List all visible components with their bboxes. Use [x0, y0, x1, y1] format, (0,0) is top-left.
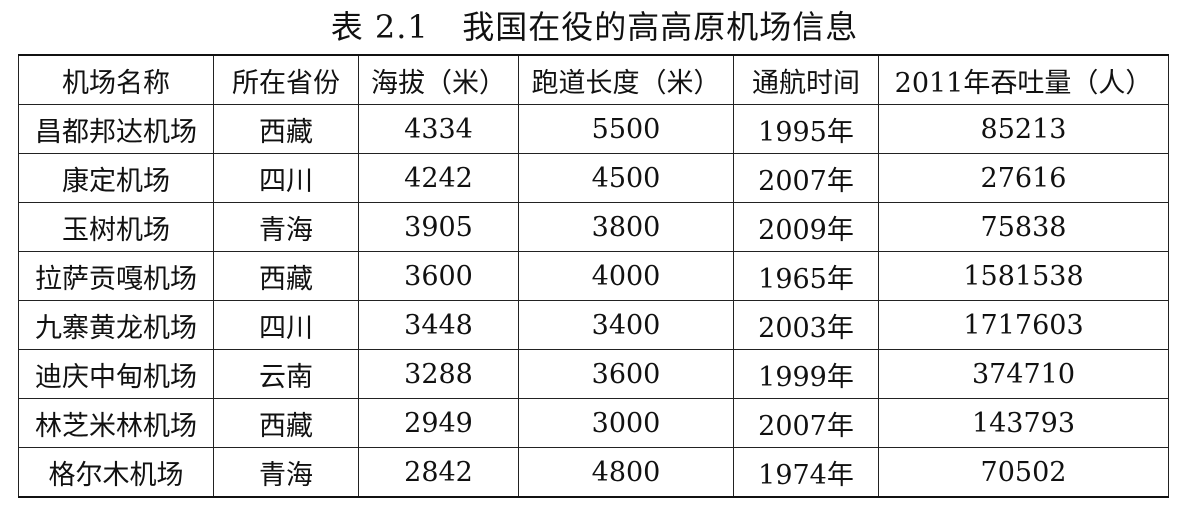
cell-runway-length: 3600 [518, 349, 734, 399]
cell-airport-name: 九寨黄龙机场 [18, 300, 214, 350]
cell-throughput: 27616 [878, 153, 1169, 203]
cell-province: 青海 [213, 447, 359, 498]
cell-opening-year: 2003年 [733, 300, 879, 350]
cell-altitude: 4242 [358, 153, 519, 203]
cell-runway-length: 3400 [518, 300, 734, 350]
table-row: 九寨黄龙机场 四川 3448 3400 2003年 1717603 [18, 300, 1169, 350]
cell-province: 西藏 [213, 251, 359, 301]
header-altitude: 海拔（米） [358, 54, 519, 105]
cell-province: 四川 [213, 153, 359, 203]
cell-throughput: 75838 [878, 202, 1169, 252]
cell-opening-year: 1999年 [733, 349, 879, 399]
cell-opening-year: 2009年 [733, 202, 879, 252]
airport-table: 机场名称 所在省份 海拔（米） 跑道长度（米） 通航时间 2011年吞吐量（人）… [18, 54, 1169, 498]
cell-throughput: 70502 [878, 447, 1169, 498]
table-row: 玉树机场 青海 3905 3800 2009年 75838 [18, 202, 1169, 252]
cell-altitude: 3600 [358, 251, 519, 301]
header-opening-year: 通航时间 [733, 54, 879, 105]
cell-airport-name: 迪庆中甸机场 [18, 349, 214, 399]
header-airport-name: 机场名称 [18, 54, 214, 105]
cell-runway-length: 4000 [518, 251, 734, 301]
table-row: 昌都邦达机场 西藏 4334 5500 1995年 85213 [18, 104, 1169, 154]
cell-altitude: 3448 [358, 300, 519, 350]
cell-altitude: 4334 [358, 104, 519, 154]
cell-throughput: 85213 [878, 104, 1169, 154]
cell-throughput: 1581538 [878, 251, 1169, 301]
cell-opening-year: 1965年 [733, 251, 879, 301]
cell-opening-year: 1995年 [733, 104, 879, 154]
table-row: 康定机场 四川 4242 4500 2007年 27616 [18, 153, 1169, 203]
cell-altitude: 3905 [358, 202, 519, 252]
cell-province: 西藏 [213, 398, 359, 448]
table-header-row: 机场名称 所在省份 海拔（米） 跑道长度（米） 通航时间 2011年吞吐量（人） [18, 54, 1169, 105]
cell-altitude: 3288 [358, 349, 519, 399]
cell-province: 青海 [213, 202, 359, 252]
table-row: 迪庆中甸机场 云南 3288 3600 1999年 374710 [18, 349, 1169, 399]
cell-altitude: 2949 [358, 398, 519, 448]
cell-province: 四川 [213, 300, 359, 350]
cell-throughput: 1717603 [878, 300, 1169, 350]
cell-opening-year: 2007年 [733, 398, 879, 448]
header-province: 所在省份 [213, 54, 359, 105]
cell-runway-length: 3800 [518, 202, 734, 252]
cell-airport-name: 格尔木机场 [18, 447, 214, 498]
cell-airport-name: 昌都邦达机场 [18, 104, 214, 154]
cell-throughput: 143793 [878, 398, 1169, 448]
cell-runway-length: 4800 [518, 447, 734, 498]
table-row: 林芝米林机场 西藏 2949 3000 2007年 143793 [18, 398, 1169, 448]
cell-runway-length: 3000 [518, 398, 734, 448]
cell-altitude: 2842 [358, 447, 519, 498]
header-runway-length: 跑道长度（米） [518, 54, 734, 105]
cell-airport-name: 林芝米林机场 [18, 398, 214, 448]
cell-province: 西藏 [213, 104, 359, 154]
cell-airport-name: 玉树机场 [18, 202, 214, 252]
cell-opening-year: 1974年 [733, 447, 879, 498]
cell-airport-name: 拉萨贡嘎机场 [18, 251, 214, 301]
cell-opening-year: 2007年 [733, 153, 879, 203]
table-caption: 表 2.1 我国在役的高高原机场信息 [330, 8, 859, 46]
cell-throughput: 374710 [878, 349, 1169, 399]
cell-airport-name: 康定机场 [18, 153, 214, 203]
table-row: 拉萨贡嘎机场 西藏 3600 4000 1965年 1581538 [18, 251, 1169, 301]
cell-province: 云南 [213, 349, 359, 399]
cell-runway-length: 5500 [518, 104, 734, 154]
cell-runway-length: 4500 [518, 153, 734, 203]
header-throughput: 2011年吞吐量（人） [878, 54, 1169, 105]
table-row: 格尔木机场 青海 2842 4800 1974年 70502 [18, 447, 1169, 498]
